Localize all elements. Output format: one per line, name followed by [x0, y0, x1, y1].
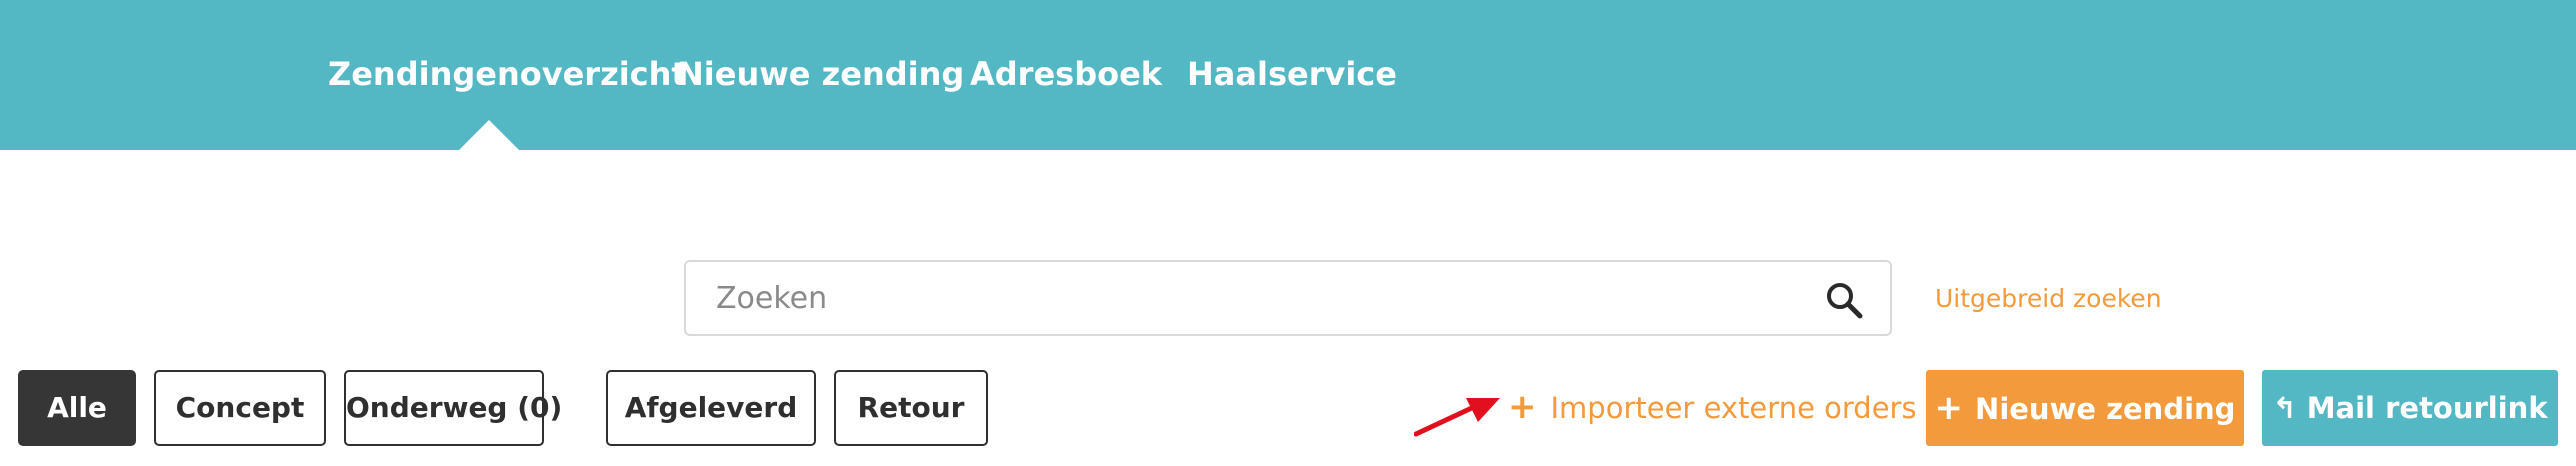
- import-label: Importeer externe orders: [1550, 391, 1917, 425]
- import-external-orders-link[interactable]: + Importeer externe orders: [1508, 385, 1917, 429]
- filter-onderweg-button[interactable]: Onderweg (0): [344, 370, 562, 446]
- search-box: [684, 260, 1892, 336]
- search-input[interactable]: [716, 262, 1776, 334]
- filter-afgeleverd-button[interactable]: Afgeleverd: [606, 370, 816, 446]
- filter-alle-button[interactable]: Alle: [18, 370, 136, 446]
- new-shipment-button[interactable]: + Nieuwe zending: [1926, 370, 2244, 446]
- mail-return-link-button[interactable]: ↰ Mail retourlink: [2262, 370, 2558, 446]
- reply-icon: ↰: [2272, 391, 2297, 425]
- new-shipment-label: Nieuwe zending: [1975, 392, 2236, 426]
- arrow-icon: [1413, 392, 1504, 440]
- mail-return-label: Mail retourlink: [2306, 391, 2548, 425]
- plus-icon: +: [1508, 387, 1537, 427]
- nav-item-haalservice[interactable]: Haalservice: [1187, 52, 1397, 96]
- filter-concept-button[interactable]: Concept: [154, 370, 326, 446]
- active-nav-indicator: [459, 120, 519, 150]
- plus-icon: +: [1934, 388, 1964, 428]
- search-icon[interactable]: [1824, 280, 1864, 320]
- nav-item-zendingenoverzicht[interactable]: Zendingenoverzicht: [328, 52, 687, 96]
- top-navigation-bar: Zendingenoverzicht Nieuwe zending Adresb…: [0, 0, 2576, 150]
- nav-item-nieuwe-zending[interactable]: Nieuwe zending: [677, 52, 964, 96]
- advanced-search-link[interactable]: Uitgebreid zoeken: [1935, 284, 2162, 313]
- nav-item-adresboek[interactable]: Adresboek: [970, 52, 1162, 96]
- filter-retour-button[interactable]: Retour: [834, 370, 988, 446]
